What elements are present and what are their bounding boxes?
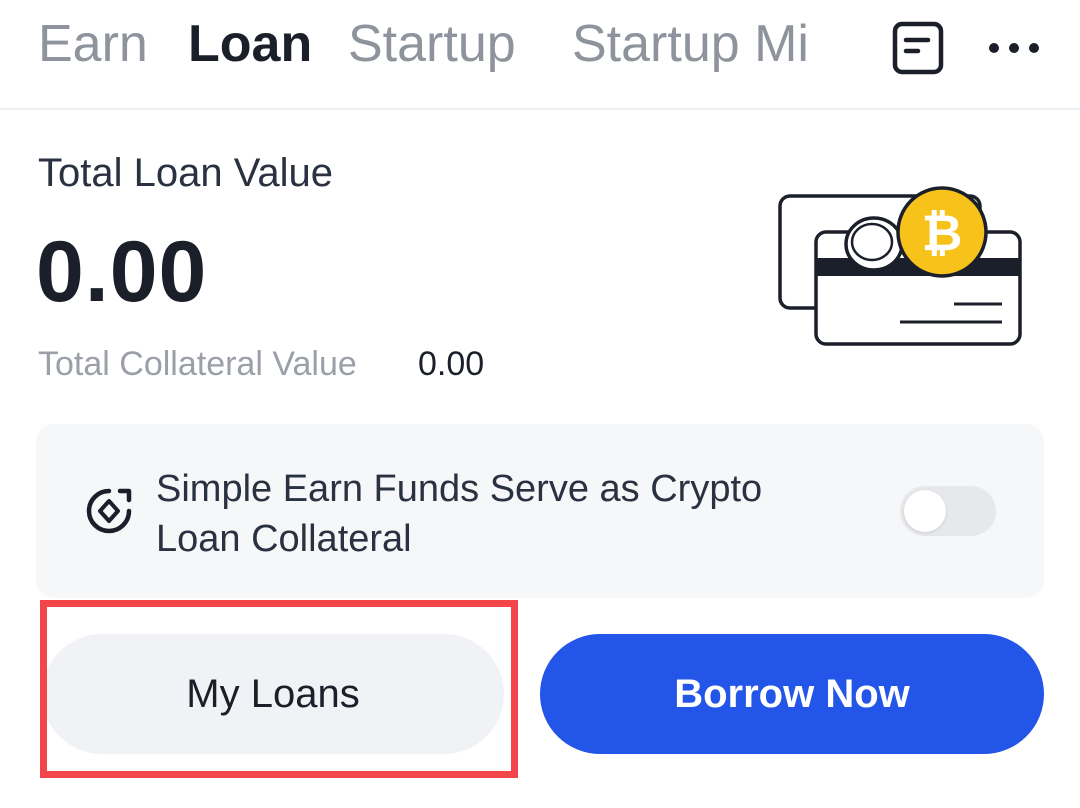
tab-earn[interactable]: Earn (38, 14, 148, 74)
document-icon[interactable] (890, 20, 946, 76)
total-loan-label: Total Loan Value (38, 151, 334, 195)
svg-text:₿: ₿ (922, 204, 963, 262)
tab-loan[interactable]: Loan (188, 14, 312, 74)
collateral-toggle[interactable] (900, 486, 996, 536)
highlight-box (40, 600, 518, 778)
collateral-icon (86, 488, 132, 534)
tab-startup[interactable]: Startup (348, 14, 516, 74)
borrow-now-button[interactable]: Borrow Now (540, 634, 1044, 754)
crypto-card-illustration: ₿ (778, 186, 1022, 346)
total-loan-value: 0.00 (36, 224, 208, 320)
more-icon[interactable] (984, 20, 1044, 76)
total-collateral-label: Total Collateral Value (38, 345, 357, 383)
toggle-knob (904, 490, 946, 532)
collateral-setting-text: Simple Earn Funds Serve as Crypto Loan C… (156, 468, 763, 560)
tab-list: Earn Loan Startup Startup Mi (0, 0, 842, 108)
collateral-setting-card: Simple Earn Funds Serve as Crypto Loan C… (36, 424, 1044, 598)
top-tab-bar: Earn Loan Startup Startup Mi (0, 0, 1080, 110)
total-collateral-value: 0.00 (418, 345, 485, 383)
tab-startup-mining[interactable]: Startup Mi (572, 14, 809, 74)
